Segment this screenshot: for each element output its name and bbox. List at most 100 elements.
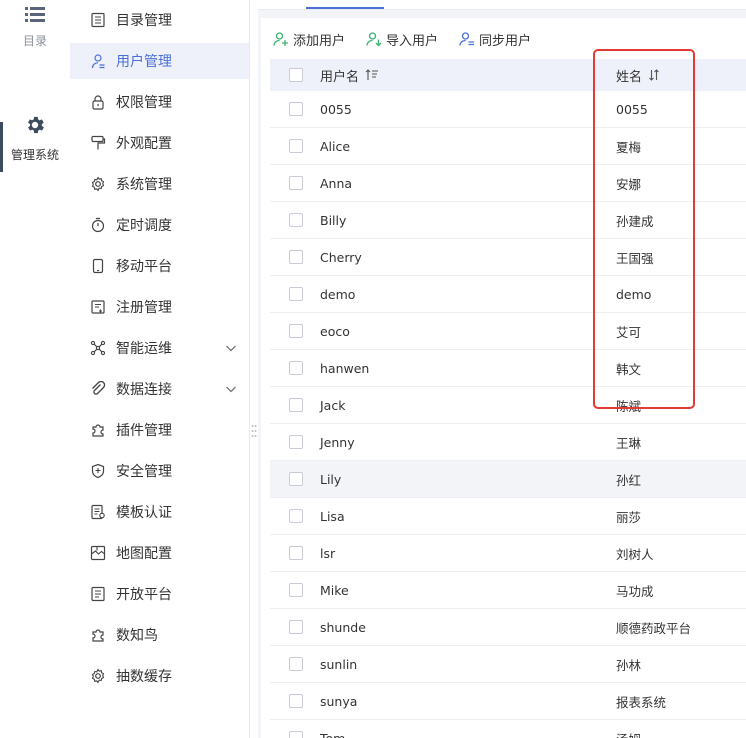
table-row[interactable]: Mike 马功成 [270,572,746,609]
row-checkbox[interactable] [289,583,303,597]
row-checkbox[interactable] [289,435,303,449]
sidebar-item-label: 系统管理 [116,177,172,193]
add-user-button[interactable]: 添加用户 [273,30,345,49]
sidebar-item-14[interactable]: 地图配置 [70,535,249,571]
row-checkbox[interactable] [289,324,303,338]
list-icon [25,7,45,22]
row-checkbox[interactable] [289,139,303,153]
username-cell: Tom [320,730,346,738]
sidebar-item-12[interactable]: 安全管理 [70,453,249,489]
table-row[interactable]: lsr 刘树人 [270,535,746,572]
column-header-username[interactable]: 用户名 [320,59,379,91]
row-checkbox[interactable] [289,620,303,634]
network-icon [90,340,106,356]
sidebar-item-8[interactable]: 注册管理 [70,289,249,325]
table-row[interactable]: sunlin 孙林 [270,646,746,683]
sidebar-item-4[interactable]: 外观配置 [70,125,249,161]
sidebar-item-15[interactable]: 开放平台 [70,576,249,612]
name-cell: 汤姆 [616,720,641,738]
register-icon [91,300,105,314]
row-checkbox[interactable] [289,398,303,412]
sidebar-item-1[interactable]: 目录管理 [70,2,249,38]
sidebar-item-16[interactable]: 数知鸟 [70,617,249,653]
table-row[interactable]: sunya 报表系统 [270,683,746,720]
table-row[interactable]: demo demo [270,276,746,313]
open-platform-icon [91,586,105,602]
user-panel: 添加用户 导入用户 同步用户 用户名 姓名 0055 0055 Alice 夏梅… [261,18,746,738]
sidebar-item-9[interactable]: 智能运维 [70,330,249,366]
rail-management-system[interactable]: 管理系统 [0,114,70,163]
chevron-down-icon[interactable] [225,383,237,395]
username-cell: sunlin [320,656,358,672]
sidebar-item-2[interactable]: 用户管理 [70,43,249,79]
table-row[interactable]: Lily 孙红 [270,461,746,498]
sidebar-item-13[interactable]: 模板认证 [70,494,249,530]
table-row[interactable]: Anna 安娜 [270,165,746,202]
sidebar-item-label: 抽数缓存 [116,669,172,685]
chevron-down-icon[interactable] [225,342,237,354]
row-checkbox[interactable] [289,694,303,708]
rail-catalog[interactable]: 目录 [0,6,70,49]
table-row[interactable]: Tom 汤姆 [270,720,746,738]
sidebar-item-6[interactable]: 定时调度 [70,207,249,243]
name-cell: 0055 [616,101,648,117]
row-checkbox[interactable] [289,250,303,264]
sort-arrows-icon[interactable] [648,69,660,81]
name-header-label: 姓名 [616,69,643,85]
username-cell: Lily [320,471,342,487]
table-row[interactable]: Lisa 丽莎 [270,498,746,535]
row-checkbox[interactable] [289,102,303,116]
sidebar-item-label: 外观配置 [116,136,172,152]
name-cell: 安娜 [616,176,642,192]
row-checkbox[interactable] [289,472,303,486]
row-checkbox[interactable] [289,731,303,738]
tab-bar [258,0,746,10]
sidebar-item-label: 模板认证 [116,505,172,521]
sidebar-item-11[interactable]: 插件管理 [70,412,249,448]
column-header-name[interactable]: 姓名 [616,59,660,91]
select-all-checkbox[interactable] [289,68,303,82]
table-row[interactable]: eoco 艾可 [270,313,746,350]
name-cell: 王琳 [616,435,642,451]
row-checkbox[interactable] [289,361,303,375]
table-row[interactable]: Billy 孙建成 [270,202,746,239]
table-row[interactable]: 0055 0055 [270,91,746,128]
row-checkbox[interactable] [289,213,303,227]
table-row[interactable]: Jenny 王琳 [270,424,746,461]
username-cell: eoco [320,323,350,339]
sidebar-item-10[interactable]: 数据连接 [70,371,249,407]
sidebar-item-17[interactable]: 抽数缓存 [70,658,249,694]
table-row[interactable]: Alice 夏梅 [270,128,746,165]
import-user-button[interactable]: 导入用户 [366,30,438,49]
sort-icon[interactable] [365,69,379,81]
sidebar-item-3[interactable]: 权限管理 [70,84,249,120]
table-row[interactable]: shunde 顺德药政平台 [270,609,746,646]
username-cell: Jack [320,397,346,413]
username-cell: hanwen [320,360,370,376]
username-header-label: 用户名 [320,69,360,85]
sync-user-button[interactable]: 同步用户 [459,30,531,49]
name-cell: 孙红 [616,472,642,488]
row-checkbox[interactable] [289,287,303,301]
sidebar-item-label: 地图配置 [116,546,172,562]
resize-handle-icon[interactable] [251,424,257,438]
username-cell: Mike [320,582,349,598]
gear-icon [91,176,105,192]
row-checkbox[interactable] [289,546,303,560]
username-cell: Cherry [320,249,362,265]
username-cell: Lisa [320,508,345,524]
sidebar-item-7[interactable]: 移动平台 [70,248,249,284]
table-row[interactable]: hanwen 韩文 [270,350,746,387]
table-row[interactable]: Cherry 王国强 [270,239,746,276]
row-checkbox[interactable] [289,657,303,671]
table-row[interactable]: Jack 陈斌 [270,387,746,424]
table-body: 0055 0055 Alice 夏梅 Anna 安娜 Billy 孙建成 Cherry 王国强 de… [270,91,746,738]
row-checkbox[interactable] [289,509,303,523]
username-cell: lsr [320,545,336,561]
sidebar-item-5[interactable]: 系统管理 [70,166,249,202]
row-checkbox[interactable] [289,176,303,190]
timer-icon [91,217,105,233]
icon-rail: 目录 管理系统 [0,0,70,738]
sidebar-item-label: 插件管理 [116,423,172,439]
username-cell: Billy [320,212,347,228]
